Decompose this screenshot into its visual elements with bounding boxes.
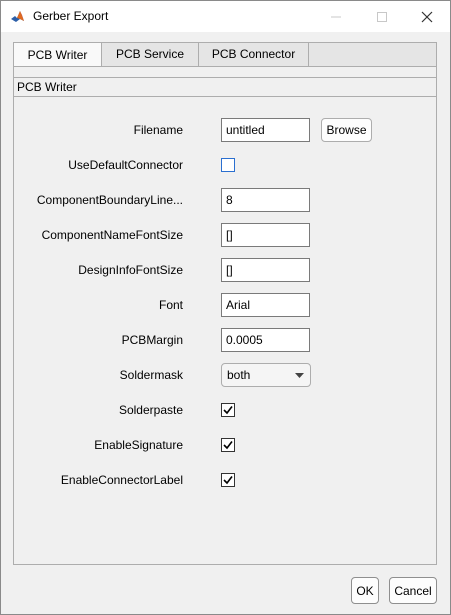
minimize-button[interactable] xyxy=(313,1,359,32)
use-default-connector-label: UseDefaultConnector xyxy=(68,158,183,172)
font-label: Font xyxy=(158,298,183,312)
tab-bar: PCB Writer PCB Service PCB Connector xyxy=(13,42,437,68)
cancel-button[interactable]: Cancel xyxy=(389,577,437,604)
enable-signature-checkbox[interactable] xyxy=(221,438,235,452)
solderpaste-label: Solderpaste xyxy=(118,403,183,417)
enable-connector-label-checkbox[interactable] xyxy=(221,473,235,487)
close-icon xyxy=(421,11,433,22)
design-info-font-size-label: DesignInfoFontSize xyxy=(78,263,183,277)
soldermask-label: Soldermask xyxy=(119,368,183,382)
maximize-button[interactable] xyxy=(359,1,405,32)
design-info-font-size-field[interactable]: [] xyxy=(221,258,310,282)
enable-signature-label: EnableSignature xyxy=(94,438,183,452)
minimize-icon xyxy=(331,16,341,17)
use-default-connector-checkbox[interactable] xyxy=(221,158,235,172)
checkmark-icon xyxy=(221,438,235,452)
maximize-icon xyxy=(377,11,387,22)
soldermask-dropdown[interactable]: both xyxy=(221,363,311,387)
checkmark-icon xyxy=(221,473,235,487)
filename-field[interactable]: untitled xyxy=(221,118,310,142)
component-boundary-line-label: ComponentBoundaryLine... xyxy=(36,193,183,207)
font-field[interactable]: Arial xyxy=(221,293,310,317)
checkmark-icon xyxy=(221,403,235,417)
property-grid: Filename untitled Browse UseDefaultConne… xyxy=(14,97,436,564)
panel-header: PCB Writer xyxy=(14,77,436,97)
chevron-down-icon xyxy=(295,373,304,378)
tab-pcb-service[interactable]: PCB Service xyxy=(102,43,199,67)
matlab-logo-icon xyxy=(10,9,26,25)
browse-button[interactable]: Browse xyxy=(321,118,372,142)
pcb-margin-label: PCBMargin xyxy=(121,333,183,347)
component-boundary-line-field[interactable]: 8 xyxy=(221,188,310,212)
filename-label: Filename xyxy=(133,123,183,137)
title-bar[interactable]: Gerber Export xyxy=(1,1,450,32)
solderpaste-checkbox[interactable] xyxy=(221,403,235,417)
pcb-margin-field[interactable]: 0.0005 xyxy=(221,328,310,352)
gerber-export-dialog: Gerber Export PCB Writer PCB Service PCB… xyxy=(0,0,451,615)
soldermask-selected-value: both xyxy=(227,368,251,382)
enable-connector-label-label: EnableConnectorLabel xyxy=(60,473,183,487)
tab-pcb-writer[interactable]: PCB Writer xyxy=(13,42,102,68)
component-name-font-size-label: ComponentNameFontSize xyxy=(41,228,183,242)
component-name-font-size-field[interactable]: [] xyxy=(221,223,310,247)
window-title: Gerber Export xyxy=(33,9,109,23)
ok-button[interactable]: OK xyxy=(351,577,379,604)
close-button[interactable] xyxy=(404,1,450,32)
tab-pcb-connector[interactable]: PCB Connector xyxy=(199,43,309,67)
tab-panel-pcb-writer: PCB Writer Filename untitled Browse UseD… xyxy=(13,66,437,565)
